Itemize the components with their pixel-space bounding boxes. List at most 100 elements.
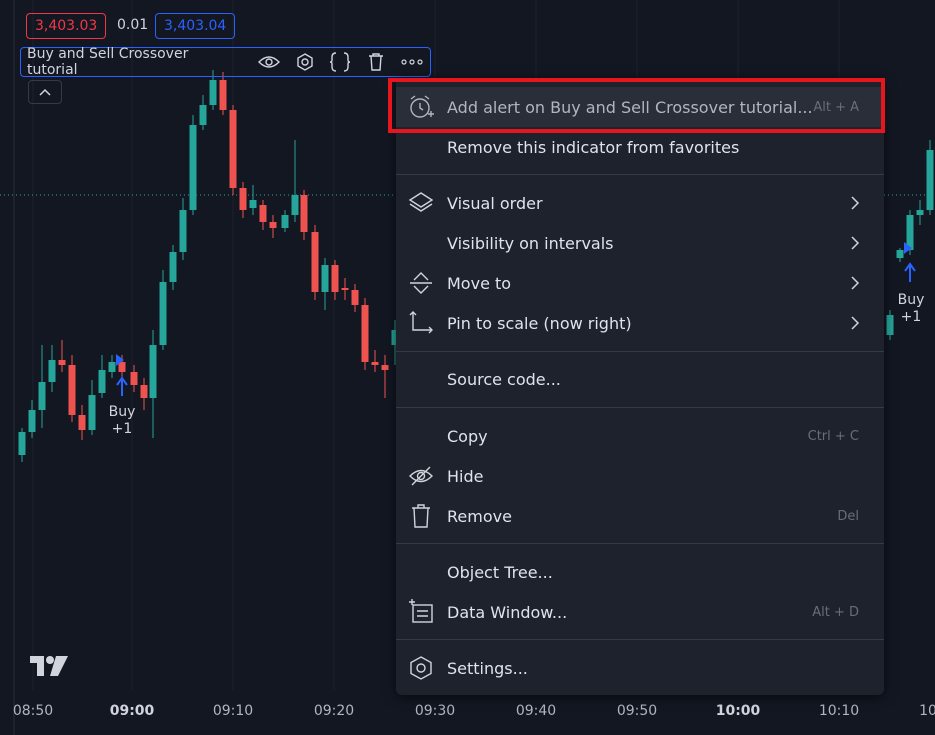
visual-order-label: Visual order [447, 193, 543, 213]
candle-body [189, 125, 197, 210]
candle-body [269, 222, 277, 228]
visual-order-menu-item[interactable]: Visual order [396, 183, 884, 223]
candle-body [88, 395, 96, 430]
chevron-right-icon [851, 276, 860, 290]
move-arrows-icon [408, 270, 434, 296]
tradingview-logo-icon[interactable] [30, 656, 70, 682]
hide-label: Hide [447, 466, 484, 486]
candle-body [28, 410, 36, 432]
object-tree-menu-item[interactable]: Object Tree... [396, 552, 884, 592]
buy-arrow-icon [116, 376, 128, 396]
remove-shortcut: Del [837, 508, 859, 524]
data-window-shortcut: Alt + D [812, 604, 859, 620]
remove-label: Remove [447, 506, 512, 526]
indicator-title[interactable]: Buy and Sell Crossover tutorial [27, 46, 239, 78]
candle-body [381, 365, 389, 370]
candle-body [68, 365, 76, 415]
time-label: 09:50 [616, 703, 658, 719]
copy-menu-item[interactable]: Copy Ctrl + C [396, 416, 884, 456]
signal-qty: +1 [900, 309, 922, 325]
candle-body [219, 80, 227, 110]
candle-body [209, 80, 217, 105]
bid-price-badge[interactable]: 3,403.03 [26, 13, 107, 39]
candle-body [108, 362, 116, 372]
candle-body [239, 188, 247, 210]
more-icon[interactable] [401, 51, 423, 73]
candle-body [169, 252, 177, 282]
candle-body [341, 288, 349, 290]
hide-menu-item[interactable]: Hide [396, 456, 884, 496]
pin-to-scale-menu-item[interactable]: Pin to scale (now right) [396, 303, 884, 343]
source-code-menu-item[interactable]: Source code... [396, 359, 884, 399]
remove-menu-item[interactable]: Remove Del [396, 496, 884, 536]
candle-body [321, 265, 329, 292]
candle-body [149, 345, 157, 398]
add-alert-label: Add alert on Buy and Sell Crossover tuto… [447, 97, 813, 117]
settings-label: Settings... [447, 658, 528, 678]
source-code-label: Source code... [447, 369, 561, 389]
eye-crossed-icon [408, 463, 434, 489]
candle-body [179, 210, 187, 252]
eye-icon[interactable] [257, 51, 280, 73]
collapse-legend-button[interactable] [28, 80, 62, 104]
candle-body [58, 360, 66, 365]
buy-signal-label: Buy +1 [102, 404, 142, 438]
candle-body [300, 195, 308, 232]
time-label: 10:00 [715, 703, 761, 719]
move-to-label: Move to [447, 273, 512, 293]
visibility-intervals-menu-item[interactable]: Visibility on intervals [396, 223, 884, 263]
signal-qty: +1 [111, 421, 133, 437]
indicator-legend[interactable]: Buy and Sell Crossover tutorial [20, 46, 431, 78]
settings-icon [408, 655, 434, 681]
alarm-clock-plus-icon [408, 94, 434, 120]
source-code-icon[interactable] [329, 51, 351, 73]
object-tree-label: Object Tree... [447, 562, 553, 582]
candle-body [249, 200, 257, 208]
candle-body [281, 215, 289, 228]
candle-body [199, 105, 207, 125]
remove-favorites-menu-item[interactable]: Remove this indicator from favorites [396, 127, 884, 167]
buy-arrow-icon [904, 262, 916, 282]
candle-body [291, 195, 299, 215]
candle-body [78, 415, 86, 430]
candle-body [259, 205, 267, 222]
candle-body [916, 210, 924, 215]
candle-body [896, 250, 904, 258]
chevron-right-icon [851, 236, 860, 250]
indicator-context-menu: Add alert on Buy and Sell Crossover tuto… [396, 78, 884, 695]
move-to-menu-item[interactable]: Move to [396, 263, 884, 303]
signal-text: Buy [108, 404, 136, 420]
remove-favorites-label: Remove this indicator from favorites [447, 137, 740, 157]
menu-divider [396, 639, 884, 640]
candle-body [18, 432, 26, 455]
candle-body [229, 110, 237, 188]
add-alert-shortcut: Alt + A [813, 99, 859, 115]
pin-scale-icon [408, 310, 434, 336]
candle-body [118, 362, 126, 372]
candle-body [351, 290, 359, 305]
settings-icon[interactable] [294, 51, 316, 73]
candle-body [361, 305, 369, 362]
ask-price-badge[interactable]: 3,403.04 [155, 13, 236, 39]
add-alert-menu-item[interactable]: Add alert on Buy and Sell Crossover tuto… [396, 87, 884, 127]
menu-divider [396, 407, 884, 408]
data-window-label: Data Window... [447, 602, 568, 622]
time-label: 09:10 [212, 703, 254, 719]
trash-icon[interactable] [365, 51, 387, 73]
settings-menu-item[interactable]: Settings... [396, 648, 884, 688]
time-label: 09:30 [414, 703, 456, 719]
time-label: 10 [919, 703, 935, 719]
chevron-right-icon [851, 196, 860, 210]
time-label: 08:50 [12, 703, 54, 719]
chevron-right-icon [851, 316, 860, 330]
data-window-menu-item[interactable]: Data Window... Alt + D [396, 592, 884, 632]
menu-divider [396, 351, 884, 352]
candle-body [331, 265, 339, 292]
signal-text: Buy [897, 292, 925, 308]
trash-icon [408, 503, 434, 529]
buy-signal-label: Buy +1 [891, 292, 931, 326]
candle-body [159, 282, 167, 345]
chevron-up-icon [39, 88, 51, 96]
copy-shortcut: Ctrl + C [807, 428, 859, 444]
candle-body [38, 382, 46, 410]
